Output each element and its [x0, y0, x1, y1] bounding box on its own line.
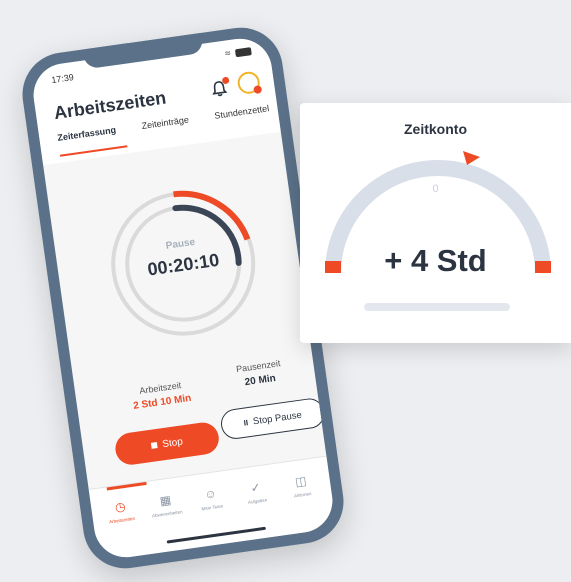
battery-icon [234, 46, 252, 57]
tab-stundenzettel[interactable]: Stundenzettel [214, 103, 270, 121]
nav-label: Abwesenheiten [151, 509, 183, 519]
nav-item-abwesenheiten[interactable]: ▦ Abwesenheiten [142, 490, 190, 519]
calendar-icon: ▦ [158, 492, 172, 509]
home-indicator [166, 526, 267, 544]
status-time: 17:39 [50, 72, 75, 86]
nav-active-indicator [106, 481, 147, 491]
avatar[interactable] [236, 70, 263, 96]
team-icon: ☺ [203, 486, 218, 502]
zeitkonto-card: Zeitkonto 0 + 4 Std [300, 103, 571, 343]
nav-item-aufgaben[interactable]: ✓ Aufgaben [232, 478, 280, 507]
tab-zeiteintraege[interactable]: Zeiteinträge [141, 115, 189, 132]
active-tab-indicator [59, 145, 128, 157]
check-icon: ✓ [249, 480, 262, 496]
nav-label: Mein Team [201, 503, 224, 512]
status-icons: ≈ [224, 45, 252, 60]
nav-label: Aktionen [293, 491, 312, 499]
bottom-nav: ◷ Arbeitszeiten ▦ Abwesenheiten ☺ Mein T… [88, 455, 337, 562]
zeitkonto-value: + 4 Std [384, 243, 487, 278]
work-time-stat: Arbeitszeit 2 Std 10 Min [115, 377, 208, 414]
nav-item-aktionen[interactable]: ◫ Aktionen [277, 471, 325, 500]
gauge-pointer [463, 151, 480, 165]
tab-zeiterfassung[interactable]: Zeiterfassung [57, 125, 117, 143]
nav-label: Aufgaben [247, 497, 268, 505]
bell-icon[interactable] [209, 76, 230, 99]
nav-item-arbeitszeiten[interactable]: ◷ Arbeitszeiten [97, 497, 145, 526]
avatar-status-dot [253, 85, 263, 95]
grid-icon: ◫ [294, 473, 308, 490]
clock-icon: ◷ [114, 499, 127, 515]
stop-pause-label: Stop Pause [252, 409, 303, 427]
stop-button-label: Stop [161, 435, 184, 450]
notification-dot [221, 76, 230, 85]
wifi-icon: ≈ [224, 48, 232, 60]
nav-item-mein-team[interactable]: ☺ Mein Team [187, 484, 235, 513]
gauge-zero-label: 0 [432, 183, 439, 195]
zeitkonto-bar [364, 303, 510, 311]
pause-icon: II [243, 417, 249, 428]
pause-time-stat: Pausenzeit 20 Min [213, 355, 306, 392]
nav-label: Arbeitszeiten [108, 515, 136, 525]
phone-screen: 17:39 ≈ Arbeitszeiten Zeiterfassung Zeit… [29, 34, 337, 562]
stop-icon [151, 442, 158, 449]
page-title: Arbeitszeiten [52, 87, 168, 124]
stop-pause-button[interactable]: II Stop Pause [219, 396, 327, 441]
stop-button[interactable]: Stop [113, 420, 221, 467]
timer-ring: Pause 00:20:10 [99, 179, 268, 348]
